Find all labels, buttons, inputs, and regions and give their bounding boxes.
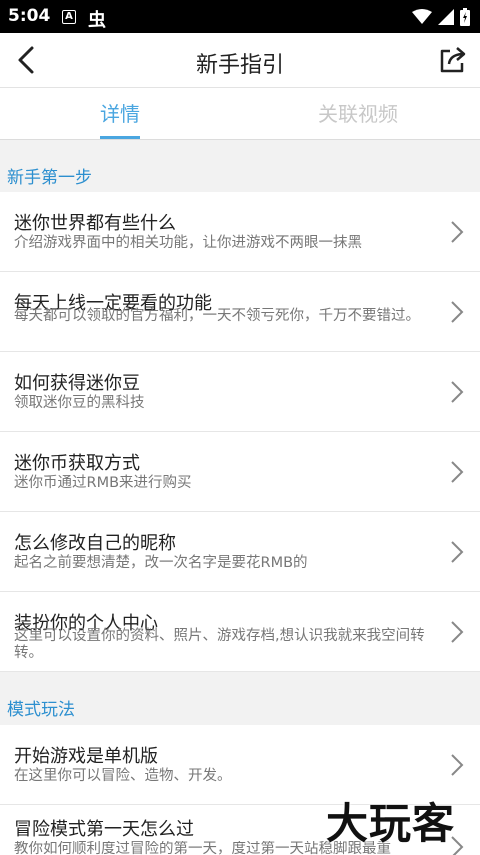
item-title: 怎么修改自己的昵称 [14,533,176,554]
tab-detail[interactable]: 详情 [100,98,140,127]
signal-icon [438,9,454,25]
item-description: 每天都可以领取的官方福利，一天不领亏死你，千万不要错过。 [14,308,420,324]
page-title: 新手指引 [195,53,284,78]
list-item[interactable]: 如何获得迷你豆 领取迷你豆的黑科技 [0,352,480,432]
battery-icon [460,8,470,26]
tab-bar: 详情 关联视频 [0,88,480,140]
section-title: 模式玩法 [7,700,75,720]
item-title: 迷你币获取方式 [14,453,140,474]
item-title: 如何获得迷你豆 [14,373,140,394]
chevron-right-icon [451,221,464,243]
item-title: 冒险模式第一天怎么过 [14,819,194,840]
item-title: 迷你世界都有些什么 [14,213,176,234]
chevron-right-icon [451,381,464,403]
notification-a-icon: A [62,10,76,24]
chevron-right-icon [451,621,464,643]
chevron-right-icon [451,541,464,563]
chevron-right-icon [451,461,464,483]
section-header-modes: 模式玩法 [0,673,480,725]
watermark-logo: 大玩客 [326,799,456,848]
list-item[interactable]: 迷你币获取方式 迷你币通过RMB来进行购买 [0,432,480,512]
section-header-beginner: 新手第一步 [0,141,480,193]
item-description: 这里可以设置你的资料、照片、游戏存档,想认识我就来我空间转转。 [14,628,425,661]
section-title: 新手第一步 [7,168,92,188]
list-item[interactable]: 怎么修改自己的昵称 起名之前要想清楚，改一次名字是要花RMB的 [0,512,480,592]
item-description: 介绍游戏界面中的相关功能，让你进游戏不两眼一抹黑 [14,235,362,251]
list-item[interactable]: 迷你世界都有些什么 介绍游戏界面中的相关功能，让你进游戏不两眼一抹黑 [0,192,480,272]
wifi-icon [412,9,432,24]
status-bar: 5:04 A 虫 [0,0,480,33]
item-description: 在这里你可以冒险、造物、开发。 [14,768,232,784]
tab-related-videos[interactable]: 关联视频 [318,98,398,127]
item-description: 领取迷你豆的黑科技 [14,395,145,411]
tab-indicator [100,136,140,139]
chevron-right-icon [451,301,464,323]
notification-bug-icon: 虫 [88,10,106,31]
app-bar: 新手指引 [0,33,480,88]
item-title: 开始游戏是单机版 [14,746,158,767]
list-item[interactable]: 装扮你的个人中心 这里可以设置你的资料、照片、游戏存档,想认识我就来我空间转转。 [0,592,480,672]
status-time: 5:04 [8,6,51,26]
share-icon[interactable] [438,45,468,75]
item-description: 迷你币通过RMB来进行购买 [14,475,192,491]
chevron-right-icon [451,754,464,776]
status-icons [412,8,470,26]
list-item[interactable]: 每天上线一定要看的功能 每天都可以领取的官方福利，一天不领亏死你，千万不要错过。 [0,272,480,352]
item-description: 起名之前要想清楚，改一次名字是要花RMB的 [14,555,308,571]
